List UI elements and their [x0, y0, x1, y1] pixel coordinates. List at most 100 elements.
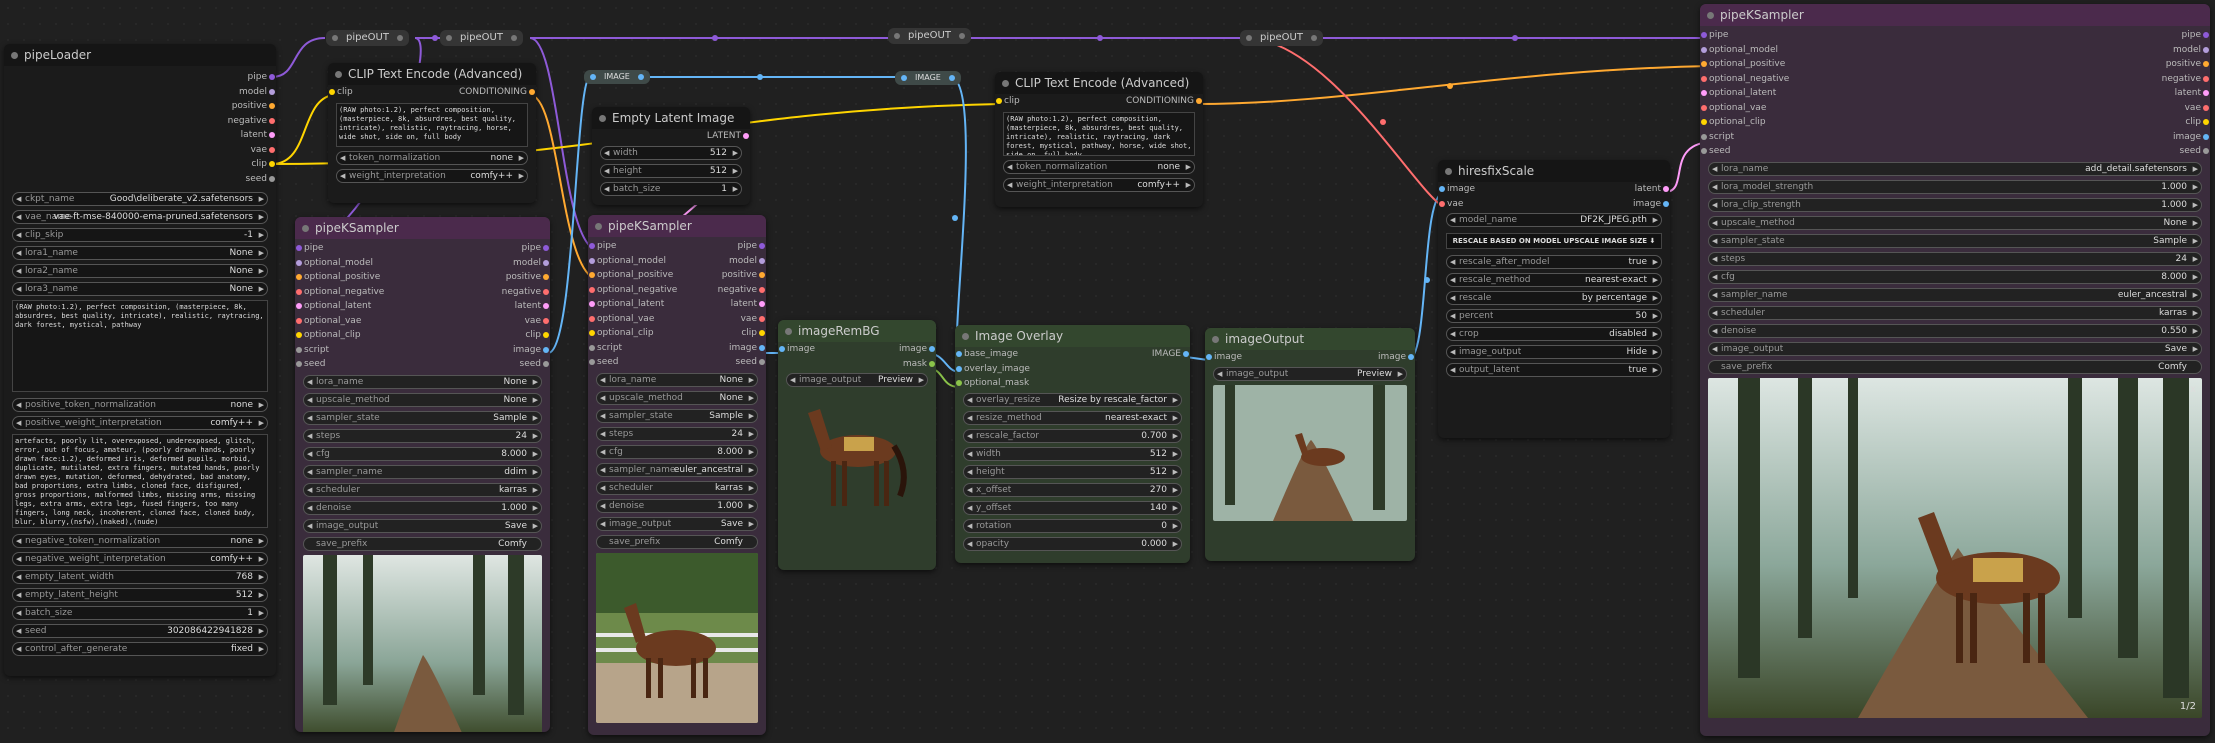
positive-weight-interpretation-widget[interactable]: positive_weight_interpretation comfy++ [12, 416, 268, 430]
output-slot[interactable]: clip [251, 157, 275, 172]
input-slot[interactable]: seed [589, 355, 618, 370]
batch-size-widget[interactable]: batch_size 1 [600, 181, 742, 196]
clip-text-encode-node-1[interactable]: CLIP Text Encode (Advanced) clip CONDITIO… [328, 63, 536, 203]
input-slot[interactable]: optional_model [296, 256, 373, 271]
pipeksampler-node-3[interactable]: pipeKSampler pipe pipe optional_model model… [1700, 4, 2210, 736]
input-slot[interactable]: pipe [1701, 28, 1728, 43]
pipeksampler-node-2[interactable]: pipeKSampler pipe pipe optional_model model… [588, 215, 766, 735]
negative-prompt-textarea[interactable]: artefacts, poorly lit, overexposed, unde… [12, 434, 268, 528]
image-output-widget[interactable]: image_output Save [596, 516, 758, 531]
opacity-widget[interactable]: opacity 0.000 [963, 536, 1182, 551]
output-slot[interactable]: latent [515, 299, 549, 314]
output-slot[interactable]: clip [2185, 115, 2209, 130]
output-slot[interactable]: model [513, 256, 549, 271]
clip-skip-widget[interactable]: clip_skip -1 [12, 228, 268, 242]
output-slot[interactable]: image [513, 343, 549, 358]
rescale-widget[interactable]: rescale by percentage [1446, 291, 1662, 305]
close-preview-icon[interactable]: x [2190, 384, 2196, 395]
upscale-method-widget[interactable]: upscale_method None [596, 390, 758, 405]
sampler-name-widget[interactable]: sampler_name euler_ancestral [1708, 287, 2202, 302]
output-slot[interactable]: latent [241, 128, 275, 143]
overlay-resize-widget[interactable]: overlay_resize Resize by rescale_factor [963, 392, 1182, 407]
control-after-generate-widget[interactable]: control_after_generate fixed [12, 642, 268, 656]
input-slot[interactable]: optional_clip [1701, 115, 1766, 130]
prompt-textarea[interactable]: (RAW photo:1.2), perfect composition, (m… [336, 102, 528, 147]
image-rembg-node[interactable]: imageRemBG image image mask image_output P… [778, 320, 936, 570]
pipeloader-node[interactable]: pipeLoader pipe model positive negative late… [4, 44, 276, 676]
image-output-widget[interactable]: image_output Save [1708, 341, 2202, 356]
input-slot[interactable]: optional_vae [296, 314, 361, 329]
output-slot[interactable]: clip [525, 328, 549, 343]
resize-method-widget[interactable]: resize_method nearest-exact [963, 410, 1182, 425]
output-slot[interactable]: negative [718, 283, 765, 298]
output-slot[interactable]: positive [722, 268, 765, 283]
output-slot[interactable]: pipe [248, 70, 275, 85]
rotation-widget[interactable]: rotation 0 [963, 518, 1182, 533]
reroute-image-2[interactable]: IMAGE [895, 71, 961, 85]
output-slot[interactable]: image [729, 341, 765, 356]
sampler-state-widget[interactable]: sampler_state Sample [1708, 233, 2202, 248]
output-slot[interactable]: vae [741, 312, 765, 327]
input-slot[interactable]: seed [1701, 144, 1730, 159]
input-slot[interactable]: script [1701, 130, 1734, 145]
lora2-name-widget[interactable]: lora2_name None [12, 264, 268, 278]
batch-size-widget[interactable]: batch_size 1 [12, 606, 268, 620]
input-slot[interactable]: script [296, 343, 329, 358]
output-slot[interactable]: seed [520, 357, 549, 372]
input-slot[interactable]: optional_model [1701, 43, 1778, 58]
image-overlay-node[interactable]: Image Overlay base_image IMAGE overlay_im… [955, 325, 1190, 563]
denoise-widget[interactable]: denoise 1.000 [596, 498, 758, 513]
pipeksampler-node-1[interactable]: pipeKSampler pipe pipe optional_model model… [295, 217, 550, 732]
output-slot[interactable]: negative [2162, 72, 2209, 87]
output-slot[interactable]: negative [502, 285, 549, 300]
input-slot[interactable]: pipe [296, 241, 323, 256]
input-slot[interactable]: optional_latent [589, 297, 664, 312]
output-slot[interactable]: negative [228, 114, 275, 129]
input-slot[interactable]: optional_clip [589, 326, 654, 341]
positive-prompt-textarea[interactable]: (RAW photo:1.2), perfect composition, (m… [12, 300, 268, 392]
output-slot[interactable]: pipe [2182, 28, 2209, 43]
lora-model-strength-widget[interactable]: lora_model_strength 1.000 [1708, 179, 2202, 194]
output-slot[interactable]: seed [2180, 144, 2209, 159]
lora-clip-strength-widget[interactable]: lora_clip_strength 1.000 [1708, 197, 2202, 212]
input-slot[interactable]: script [589, 341, 622, 356]
image-output-widget[interactable]: image_output Hide [1446, 345, 1662, 359]
input-slot[interactable]: optional_latent [296, 299, 371, 314]
negative-weight-interpretation-widget[interactable]: negative_weight_interpretation comfy++ [12, 552, 268, 566]
input-slot[interactable]: optional_vae [1701, 101, 1766, 116]
lora1-name-widget[interactable]: lora1_name None [12, 246, 268, 260]
output-slot[interactable]: latent [2175, 86, 2209, 101]
sampler-state-widget[interactable]: sampler_state Sample [596, 408, 758, 423]
output-slot[interactable]: positive [2166, 57, 2209, 72]
input-slot[interactable]: optional_positive [589, 268, 673, 283]
output-slot[interactable]: vae [2185, 101, 2209, 116]
width-widget[interactable]: width 512 [600, 145, 742, 160]
weight-interpretation-widget[interactable]: weight_interpretation comfy++ [1003, 177, 1195, 192]
crop-widget[interactable]: crop disabled [1446, 327, 1662, 341]
cfg-widget[interactable]: cfg 8.000 [596, 444, 758, 459]
output-latent-widget[interactable]: output_latent true [1446, 363, 1662, 377]
pipeout-node-2[interactable]: pipeOUT [440, 30, 523, 46]
prompt-textarea[interactable]: (RAW photo:1.2), perfect composition, (m… [1003, 111, 1195, 156]
y-offset-widget[interactable]: y_offset 140 [963, 500, 1182, 515]
input-slot[interactable]: pipe [589, 239, 616, 254]
token-normalization-widget[interactable]: token_normalization none [336, 150, 528, 165]
vae-name-widget[interactable]: vae_namevae-ft-mse-840000-ema-pruned.saf… [12, 210, 268, 224]
output-slot[interactable]: vae [251, 143, 275, 158]
output-slot[interactable]: latent [731, 297, 765, 312]
empty-latent-width-widget[interactable]: empty_latent_width 768 [12, 570, 268, 584]
rescale-method-widget[interactable]: rescale_method nearest-exact [1446, 273, 1662, 287]
image-output-node[interactable]: imageOutput image image image_output Previ… [1205, 328, 1415, 561]
cfg-widget[interactable]: cfg 8.000 [303, 446, 542, 461]
image-output-widget[interactable]: image_output Preview [1213, 366, 1407, 381]
output-slot[interactable]: vae [525, 314, 549, 329]
steps-widget[interactable]: steps 24 [596, 426, 758, 441]
scheduler-widget[interactable]: scheduler karras [1708, 305, 2202, 320]
token-normalization-widget[interactable]: token_normalization none [1003, 159, 1195, 174]
sampler-name-widget[interactable]: sampler_name ddim [303, 464, 542, 479]
steps-widget[interactable]: steps 24 [303, 428, 542, 443]
pipeout-node-3[interactable]: pipeOUT [888, 28, 971, 44]
reroute-image-1[interactable]: IMAGE [584, 70, 650, 84]
hiresfix-scale-node[interactable]: hiresfixScale imagelatent vaeimage model… [1438, 160, 1670, 438]
height-widget[interactable]: height 512 [963, 464, 1182, 479]
